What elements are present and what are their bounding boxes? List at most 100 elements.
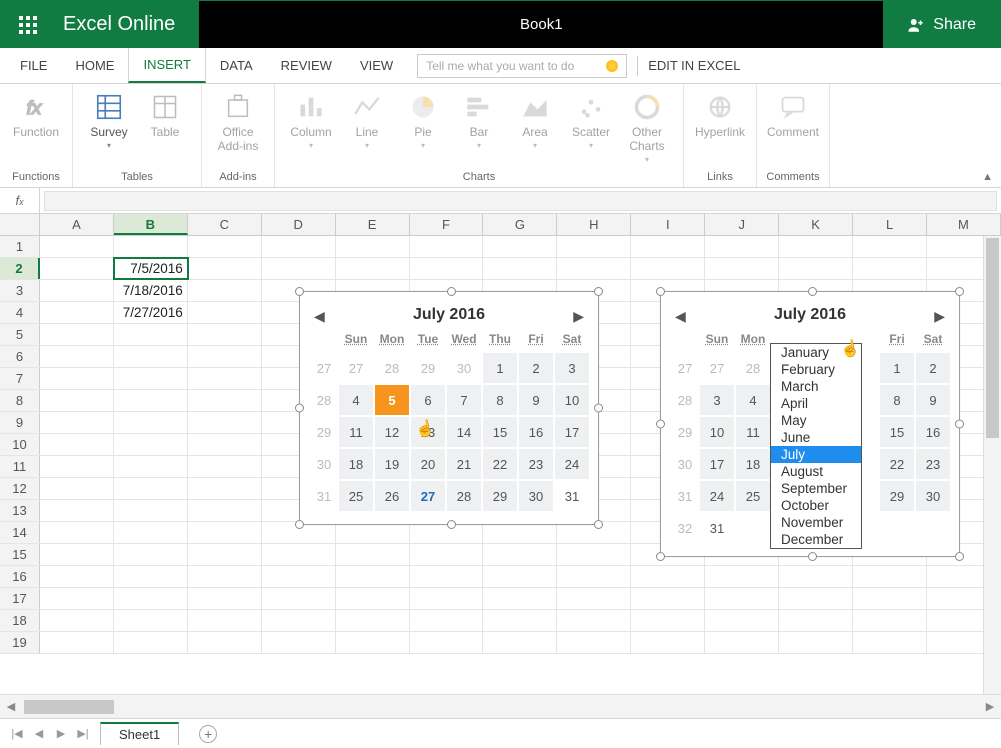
month-dropdown[interactable]: JanuaryFebruaryMarchAprilMayJuneJulyAugu… <box>770 343 862 549</box>
month-option[interactable]: October <box>771 497 861 514</box>
cell[interactable] <box>114 456 188 477</box>
row-header[interactable]: 1 <box>0 236 40 257</box>
month-option[interactable]: March <box>771 378 861 395</box>
calendar-day[interactable]: 23 <box>916 449 950 479</box>
sheet-last-icon[interactable]: ▶| <box>72 727 94 740</box>
calendar-title[interactable]: July 2016 <box>774 306 846 324</box>
cell[interactable] <box>336 544 410 565</box>
calendar-day[interactable]: 8 <box>483 385 517 415</box>
calendar-day[interactable]: 11 <box>736 417 770 447</box>
area-chart-button[interactable]: Area▾ <box>507 88 563 150</box>
cell[interactable] <box>631 610 705 631</box>
row-header[interactable]: 11 <box>0 456 40 477</box>
cell[interactable] <box>483 632 557 653</box>
month-option[interactable]: July <box>771 446 861 463</box>
cell[interactable] <box>40 566 114 587</box>
cell[interactable] <box>262 544 336 565</box>
next-month-icon[interactable]: ▶ <box>934 308 945 325</box>
calendar-day[interactable]: 13 <box>411 417 445 447</box>
cell[interactable] <box>410 632 484 653</box>
cell[interactable] <box>410 544 484 565</box>
calendar-day[interactable]: 4 <box>736 385 770 415</box>
cell[interactable] <box>557 632 631 653</box>
row-header[interactable]: 19 <box>0 632 40 653</box>
cell[interactable] <box>631 588 705 609</box>
cell[interactable] <box>114 434 188 455</box>
cell[interactable]: 7/18/2016 <box>114 280 188 301</box>
calendar-day[interactable]: 10 <box>555 385 589 415</box>
cell[interactable] <box>557 236 631 257</box>
cell[interactable] <box>262 236 336 257</box>
calendar-day[interactable]: 18 <box>339 449 373 479</box>
cell[interactable] <box>262 258 336 279</box>
calendar-day[interactable]: 1 <box>483 353 517 383</box>
calendar-day[interactable]: 8 <box>880 385 914 415</box>
cell[interactable] <box>40 500 114 521</box>
bar-chart-button[interactable]: Bar▾ <box>451 88 507 150</box>
month-option[interactable]: November <box>771 514 861 531</box>
month-option[interactable]: May <box>771 412 861 429</box>
date-picker-2[interactable]: ◀ July 2016 ▶ SunMonFriSat27272812283489… <box>660 291 960 557</box>
cell[interactable] <box>853 610 927 631</box>
cell[interactable] <box>188 346 262 367</box>
comment-button[interactable]: Comment <box>765 88 821 140</box>
row-header[interactable]: 5 <box>0 324 40 345</box>
calendar-day[interactable]: 17 <box>700 449 734 479</box>
calendar-day[interactable]: 29 <box>880 481 914 511</box>
collapse-ribbon-icon[interactable]: ▲ <box>982 171 993 183</box>
cell[interactable] <box>557 610 631 631</box>
cell[interactable] <box>557 258 631 279</box>
calendar-day[interactable]: 6 <box>411 385 445 415</box>
calendar-day[interactable]: 12 <box>375 417 409 447</box>
survey-button[interactable]: Survey▾ <box>81 88 137 150</box>
calendar-day[interactable]: 22 <box>880 449 914 479</box>
row-header[interactable]: 3 <box>0 280 40 301</box>
cell[interactable] <box>483 236 557 257</box>
calendar-day[interactable]: 24 <box>555 449 589 479</box>
cell[interactable] <box>853 566 927 587</box>
row-header[interactable]: 12 <box>0 478 40 499</box>
col-header[interactable]: J <box>705 214 779 235</box>
cell[interactable] <box>40 346 114 367</box>
table-button[interactable]: Table <box>137 88 193 140</box>
cell[interactable] <box>483 258 557 279</box>
cell[interactable] <box>188 434 262 455</box>
sheet-tab[interactable]: Sheet1 <box>100 722 179 745</box>
cell[interactable] <box>483 522 557 543</box>
document-title[interactable]: Book1 <box>199 1 883 48</box>
month-option[interactable]: February <box>771 361 861 378</box>
cell[interactable] <box>40 478 114 499</box>
cell[interactable] <box>114 412 188 433</box>
cell[interactable] <box>631 258 705 279</box>
select-all-corner[interactable] <box>0 214 40 235</box>
calendar-day[interactable]: 31 <box>555 481 589 511</box>
cell[interactable] <box>336 610 410 631</box>
cell[interactable] <box>188 522 262 543</box>
cell[interactable] <box>40 610 114 631</box>
row-header[interactable]: 17 <box>0 588 40 609</box>
cell[interactable] <box>114 324 188 345</box>
date-picker-1[interactable]: ◀ July 2016 ▶ SunMonTueWedThuFriSat27272… <box>299 291 599 525</box>
tab-home[interactable]: HOME <box>61 48 128 83</box>
calendar-day[interactable]: 5 <box>375 385 409 415</box>
prev-month-icon[interactable]: ◀ <box>675 308 686 325</box>
calendar-day[interactable]: 4 <box>339 385 373 415</box>
cell[interactable] <box>40 544 114 565</box>
cell[interactable] <box>114 368 188 389</box>
tab-review[interactable]: REVIEW <box>267 48 346 83</box>
cell[interactable] <box>336 522 410 543</box>
col-header[interactable]: E <box>336 214 410 235</box>
cell[interactable] <box>114 390 188 411</box>
row-header[interactable]: 8 <box>0 390 40 411</box>
cell[interactable] <box>40 236 114 257</box>
cell[interactable] <box>188 500 262 521</box>
cell[interactable] <box>631 566 705 587</box>
cell[interactable] <box>40 302 114 323</box>
col-header[interactable]: G <box>483 214 557 235</box>
cell[interactable] <box>631 236 705 257</box>
cell[interactable] <box>188 258 262 279</box>
sheet-prev-icon[interactable]: ◀ <box>28 727 50 740</box>
cell[interactable] <box>40 632 114 653</box>
row-header[interactable]: 16 <box>0 566 40 587</box>
cell[interactable] <box>40 588 114 609</box>
